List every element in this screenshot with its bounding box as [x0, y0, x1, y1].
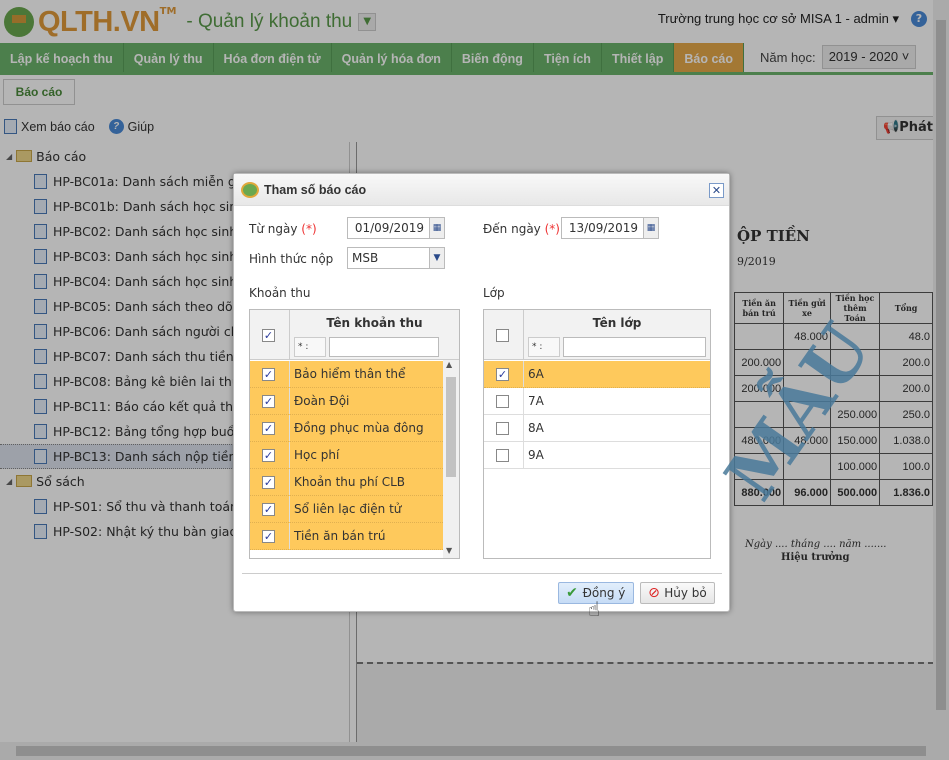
dialog-icon: [241, 182, 259, 198]
row-label: Bảo hiểm thân thể: [294, 367, 406, 381]
row-checkbox[interactable]: [496, 395, 509, 408]
row-checkbox[interactable]: ✓: [262, 530, 275, 543]
cancel-label: Hủy bỏ: [664, 586, 707, 600]
cancel-button[interactable]: ⊘ Hủy bỏ: [640, 582, 715, 604]
row-checkbox[interactable]: [496, 449, 509, 462]
class-row[interactable]: ✓ 6A: [484, 361, 710, 388]
from-date-input[interactable]: 01/09/2019 ▦: [347, 217, 445, 239]
from-label-text: Từ ngày: [249, 222, 298, 236]
close-icon[interactable]: ✕: [709, 183, 724, 198]
row-checkbox[interactable]: ✓: [262, 368, 275, 381]
classes-filter-operator[interactable]: * :: [528, 337, 560, 357]
to-label-text: Đến ngày: [483, 222, 541, 236]
to-date-value: 13/09/2019: [568, 221, 638, 235]
from-date-label: Từ ngày (*): [249, 222, 317, 236]
select-all-fees-checkbox[interactable]: ✓: [262, 329, 275, 342]
calendar-icon[interactable]: ▦: [643, 217, 659, 239]
fee-row[interactable]: ✓ Bảo hiểm thân thể: [250, 361, 443, 388]
row-label: Học phí: [294, 448, 340, 462]
classes-column-header: Tên lớp: [592, 316, 642, 330]
row-label: 8A: [528, 421, 544, 435]
dialog-divider: [242, 573, 722, 574]
row-label: 7A: [528, 394, 544, 408]
cancel-icon: ⊘: [648, 585, 660, 601]
method-select[interactable]: MSB ▼: [347, 247, 445, 269]
class-row[interactable]: 9A: [484, 442, 710, 469]
fees-grid: ✓ Tên khoản thu * : ▲ ▼ ✓ Bảo hiểm thân th…: [249, 309, 460, 559]
fee-row[interactable]: ✓ Đồng phục mùa đông: [250, 415, 443, 442]
row-checkbox[interactable]: ✓: [262, 449, 275, 462]
row-label: Tiền ăn bán trú: [294, 529, 386, 543]
row-label: Đoàn Đội: [294, 394, 350, 408]
check-icon: ✔: [566, 585, 578, 601]
fees-scrollbar[interactable]: ▲ ▼: [443, 360, 459, 558]
row-label: Đồng phục mùa đông: [294, 421, 424, 435]
classes-filter-input[interactable]: [563, 337, 706, 357]
fee-row[interactable]: ✓ Học phí: [250, 442, 443, 469]
required-mark: (*): [544, 222, 560, 236]
fee-row[interactable]: ✓ Khoản thu phí CLB: [250, 469, 443, 496]
fee-row[interactable]: ✓ Tiền ăn bán trú: [250, 523, 443, 550]
row-label: 6A: [528, 367, 544, 381]
fees-column-header: Tên khoản thu: [326, 316, 423, 330]
dialog-title: Tham số báo cáo: [234, 174, 729, 206]
select-all-classes-checkbox[interactable]: [496, 329, 509, 342]
hand-cursor-icon: ☝: [588, 597, 601, 621]
row-checkbox[interactable]: ✓: [262, 476, 275, 489]
row-checkbox[interactable]: ✓: [496, 368, 509, 381]
row-label: Sổ liên lạc điện tử: [294, 502, 402, 516]
classes-grid: Tên lớp * : ✓ 6A 7A 8A 9A: [483, 309, 711, 559]
row-checkbox[interactable]: ✓: [262, 395, 275, 408]
row-checkbox[interactable]: ✓: [262, 503, 275, 516]
method-value: MSB: [352, 251, 379, 265]
row-label: Khoản thu phí CLB: [294, 475, 405, 489]
classes-label: Lớp: [483, 286, 505, 300]
fees-label: Khoản thu: [249, 286, 311, 300]
to-date-label: Đến ngày (*): [483, 222, 560, 236]
fee-row[interactable]: ✓ Sổ liên lạc điện tử: [250, 496, 443, 523]
to-date-input[interactable]: 13/09/2019 ▦: [561, 217, 659, 239]
method-label: Hình thức nộp: [249, 252, 334, 266]
fee-row[interactable]: ✓ Đoàn Đội: [250, 388, 443, 415]
calendar-icon[interactable]: ▦: [429, 217, 445, 239]
fees-filter-operator[interactable]: * :: [294, 337, 326, 357]
row-checkbox[interactable]: ✓: [262, 422, 275, 435]
class-row[interactable]: 7A: [484, 388, 710, 415]
required-mark: (*): [301, 222, 317, 236]
from-date-value: 01/09/2019: [354, 221, 424, 235]
fees-filter-input[interactable]: [329, 337, 439, 357]
chevron-down-icon[interactable]: ▼: [429, 247, 445, 269]
row-checkbox[interactable]: [496, 422, 509, 435]
dialog-title-text: Tham số báo cáo: [264, 183, 367, 197]
report-params-dialog: Tham số báo cáo ✕ Từ ngày (*) 01/09/2019…: [233, 173, 730, 612]
row-label: 9A: [528, 448, 544, 462]
class-row[interactable]: 8A: [484, 415, 710, 442]
